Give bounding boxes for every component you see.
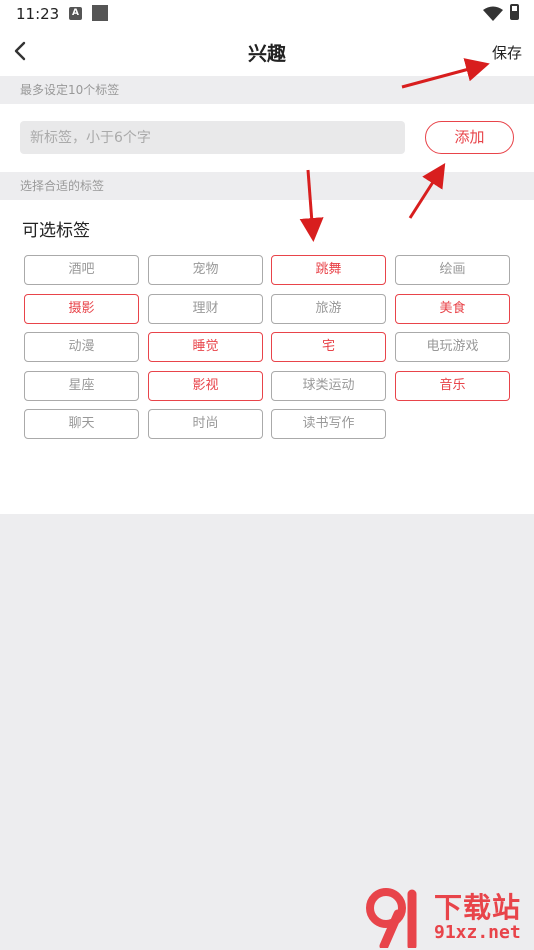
new-tag-input[interactable] [20, 121, 405, 154]
tag-item[interactable]: 聊天 [24, 409, 139, 439]
tags-title: 可选标签 [22, 221, 90, 241]
watermark-logo-icon [366, 888, 417, 948]
tag-item[interactable]: 星座 [24, 371, 139, 401]
tags-panel: 可选标签 酒吧 宠物 跳舞 绘画摄影 理财 旅游 美食动漫 睡觉宅电玩游戏星座 影视 球类运动 音乐… [0, 200, 534, 514]
section-label-choose-tags: 选择合适的标签 [0, 172, 534, 200]
tag-item[interactable]: 美食 [395, 294, 510, 324]
battery-icon [510, 4, 519, 20]
watermark: 下载站 91xz.net [360, 880, 534, 950]
tag-item[interactable]: 动漫 [24, 332, 139, 362]
tag-item[interactable]: 旅游 [271, 294, 386, 324]
tag-item[interactable]: 理财 [148, 294, 263, 324]
status-time: 11:23 [16, 5, 60, 23]
tag-item[interactable]: 时尚 [148, 409, 263, 439]
tag-item[interactable]: 酒吧 [24, 255, 139, 285]
tag-item[interactable]: 电玩游戏 [395, 332, 510, 362]
tag-item[interactable]: 音乐 [395, 371, 510, 401]
page-title: 兴趣 [247, 43, 286, 65]
tag-item[interactable]: 睡觉 [148, 332, 263, 362]
status-bar: 11:23 A [0, 0, 534, 30]
notification-square-icon [92, 5, 108, 21]
wifi-icon [483, 6, 503, 21]
save-button[interactable]: 保存 [492, 42, 522, 63]
tag-item[interactable]: 跳舞 [271, 255, 386, 285]
add-tag-button[interactable]: 添加 [425, 121, 514, 154]
watermark-url: 91xz.net [434, 922, 521, 943]
new-tag-row: 添加 [0, 104, 534, 172]
tag-item[interactable]: 绘画 [395, 255, 510, 285]
section-label-max-tags: 最多设定10个标签 [0, 76, 534, 104]
tag-item[interactable]: 宠物 [148, 255, 263, 285]
tag-item[interactable]: 宅 [271, 332, 386, 362]
tag-item[interactable]: 影视 [148, 371, 263, 401]
tag-item[interactable]: 摄影 [24, 294, 139, 324]
notification-a-icon: A [69, 7, 82, 20]
watermark-text: 下载站 [434, 891, 522, 924]
tag-item[interactable]: 球类运动 [271, 371, 386, 401]
tag-item[interactable]: 读书写作 [271, 409, 386, 439]
header-bar: 兴趣 保存 [0, 30, 534, 76]
